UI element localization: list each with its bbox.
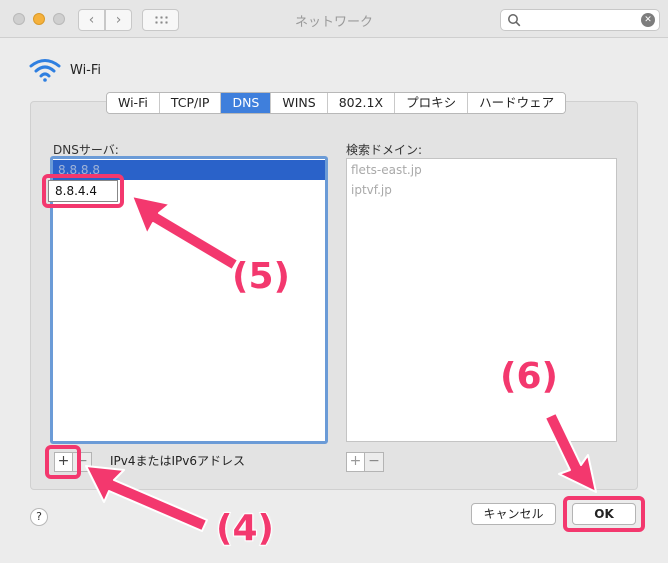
remove-domain-button[interactable]: − bbox=[365, 452, 384, 472]
clear-search-icon[interactable]: ✕ bbox=[641, 13, 655, 27]
tab-hardware[interactable]: ハードウェア bbox=[468, 93, 566, 113]
domain-add-remove-controls: + − bbox=[346, 452, 384, 472]
step6-marker: (6) bbox=[499, 355, 559, 398]
search-domain-row[interactable]: flets-east.jp bbox=[351, 163, 422, 177]
highlight-frame-step6 bbox=[563, 496, 645, 532]
tab-8021x[interactable]: 802.1X bbox=[327, 93, 396, 113]
highlight-frame-step4 bbox=[45, 445, 81, 479]
interface-name: Wi-Fi bbox=[70, 63, 102, 78]
step4-marker: (4) bbox=[215, 507, 275, 550]
highlight-frame-step5 bbox=[42, 174, 124, 208]
tab-tcpip[interactable]: TCP/IP bbox=[159, 93, 222, 113]
tab-wifi[interactable]: Wi-Fi bbox=[107, 93, 160, 113]
tab-proxy[interactable]: プロキシ bbox=[395, 93, 469, 113]
tab-bar: Wi-Fi TCP/IP DNS WINS 802.1X プロキシ ハードウェア bbox=[106, 92, 567, 114]
add-domain-button[interactable]: + bbox=[346, 452, 365, 472]
search-domain-row[interactable]: iptvf.jp bbox=[351, 183, 392, 197]
search-domains-label: 検索ドメイン: bbox=[346, 143, 423, 157]
search-icon bbox=[508, 14, 521, 27]
search-domain-list[interactable]: flets-east.jp iptvf.jp bbox=[346, 158, 617, 442]
step5-marker: (5) bbox=[231, 255, 291, 298]
tab-dns[interactable]: DNS bbox=[221, 93, 272, 113]
cancel-button[interactable]: キャンセル bbox=[471, 503, 556, 525]
search-field[interactable]: ✕ bbox=[500, 9, 660, 31]
wifi-icon bbox=[29, 59, 61, 82]
help-button[interactable]: ? bbox=[30, 508, 48, 526]
title-bar: ‹ › ネットワーク ✕ bbox=[0, 0, 668, 38]
dns-address-hint: IPv4またはIPv6アドレス bbox=[110, 454, 246, 468]
tab-wins[interactable]: WINS bbox=[271, 93, 328, 113]
